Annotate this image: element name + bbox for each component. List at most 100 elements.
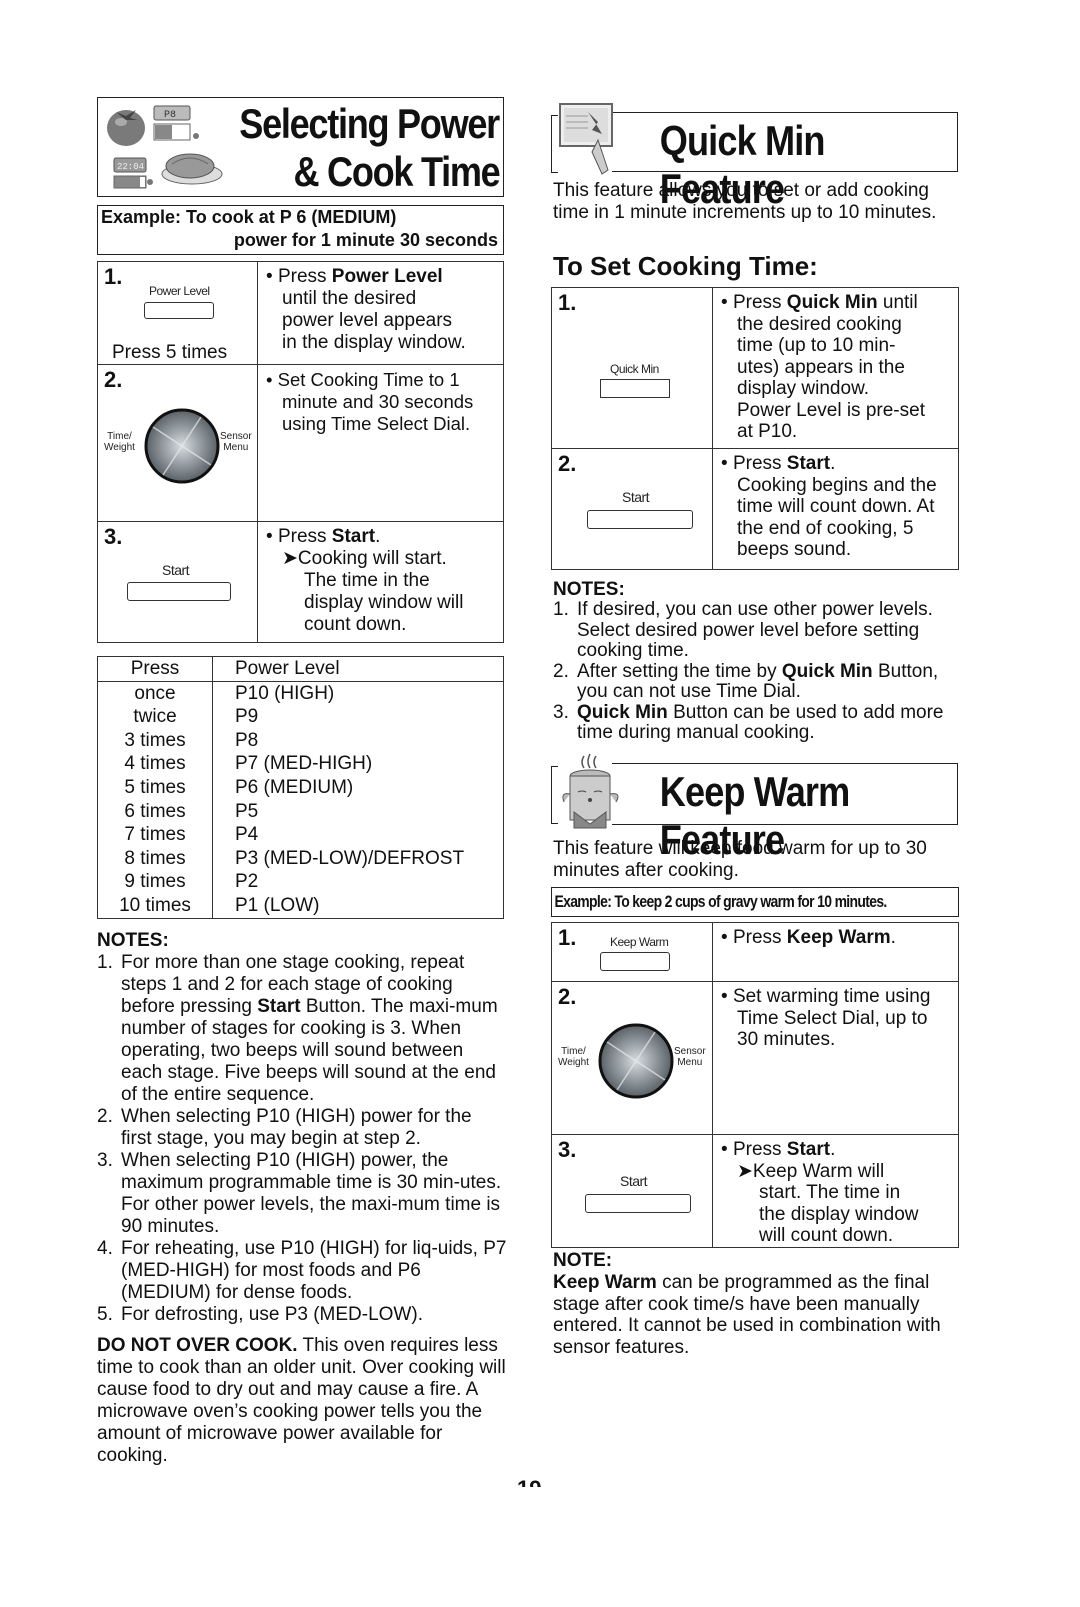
press-count-cell: 6 times <box>97 799 213 824</box>
title-illustration: P8 22:04 <box>107 105 223 189</box>
dial-left-label: Time/Weight <box>558 1046 589 1068</box>
step-3-instructions: • Press Start. ➤Cooking will start. The … <box>257 521 504 643</box>
note-item: 1. For more than one stage cooking, repea… <box>97 952 507 1106</box>
table-row: 5 times P6 (MEDIUM) <box>97 775 504 800</box>
note-text: When selecting P10 (HIGH) power for the … <box>121 1106 472 1149</box>
step-number: 2. <box>558 451 577 476</box>
power-level-table: Press Power Level once P10 (HIGH) twice P9 3… <box>97 656 504 919</box>
column-header-power-level: Power Level <box>212 656 504 682</box>
power-level-button[interactable] <box>144 302 214 319</box>
instr-line: power level appears <box>282 310 453 331</box>
instr-line: 30 minutes. <box>737 1029 836 1050</box>
note-number: 3. <box>97 1150 113 1171</box>
time-select-dial[interactable] <box>597 1022 675 1100</box>
left-notes: NOTES: 1. For more than one stage cooking… <box>97 930 507 1467</box>
quick-min-notes: NOTES: 1. If desired, you can use other p… <box>553 579 963 744</box>
step-row: 1. Quick Min • Press Quick Min until the… <box>551 287 959 449</box>
example-box: Example: To cook at P 6 (MEDIUM) power f… <box>97 205 504 255</box>
power-steps-table: 1. Power Level Press 5 times • Press Pow… <box>97 261 504 643</box>
note-text: For more than one stage cooking, repeat … <box>121 952 498 1105</box>
instr-bold: Keep Warm <box>786 927 891 948</box>
instr-line: time (up to 10 min- <box>737 335 896 356</box>
instr-text: Press <box>732 1139 787 1160</box>
step-row: 3. Start • Press Start. ➤Keep Warm will … <box>551 1134 959 1248</box>
note-text: After setting the time by Quick Min Butt… <box>577 660 939 702</box>
power-level-cell: P8 <box>212 728 504 753</box>
power-display-icon: P8 <box>153 105 199 141</box>
start-button[interactable] <box>127 582 231 601</box>
instr-line: display window. <box>737 378 870 399</box>
button-label: Quick Min <box>610 362 659 376</box>
step-number: 3. <box>558 1137 577 1162</box>
start-button[interactable] <box>585 1194 691 1213</box>
power-level-cell: P3 (MED-LOW)/DEFROST <box>212 846 504 871</box>
quick-min-intro: This feature allows you to set or add co… <box>553 180 937 223</box>
instr-bold: Power Level <box>331 266 443 287</box>
power-level-cell: P9 <box>212 705 504 729</box>
press-count-cell: 8 times <box>97 846 213 871</box>
step-row: 3. Start • Press Start. ➤Cooking will st… <box>97 521 504 643</box>
kw-step-2-instructions: • Set warming time using Time Select Dia… <box>712 981 959 1135</box>
svg-text:22:04: 22:04 <box>117 162 144 172</box>
dial-left-label: Time/Weight <box>104 431 135 453</box>
note-heading: NOTE: <box>553 1250 613 1271</box>
quick-min-steps-table: 1. Quick Min • Press Quick Min until the… <box>551 287 959 570</box>
time-select-dial[interactable] <box>143 407 221 485</box>
dial-right-label: Sensor Menu <box>220 431 252 453</box>
note-number: 1. <box>553 599 569 620</box>
note-text: Quick Min Button can be used to add more… <box>577 701 944 743</box>
press-count-cell: 9 times <box>97 870 213 894</box>
instr-bold: Quick Min <box>786 292 878 313</box>
keep-warm-button[interactable] <box>600 952 670 971</box>
button-label: Keep Warm <box>610 935 669 949</box>
arrow-icon: ➤ <box>737 1160 753 1182</box>
instr-line: using Time Select Dial. <box>282 413 471 434</box>
press-count-cell: 3 times <box>97 728 213 753</box>
table-row: 3 times P8 <box>97 728 504 753</box>
notes-list: 1. If desired, you can use other power le… <box>553 599 963 744</box>
instr-line: beeps sound. <box>737 539 852 560</box>
instr-line: time will count down. At <box>737 496 935 517</box>
press-count-cell: 10 times <box>97 893 213 919</box>
table-row: twice P9 <box>97 705 504 729</box>
instr-line: The time in the <box>304 570 430 591</box>
keep-warm-intro: This feature will keep food warm for up … <box>553 838 927 881</box>
column-header-press: Press <box>97 656 213 682</box>
dial-right-label: Sensor Menu <box>674 1046 706 1068</box>
instr-line: ➤Keep Warm will <box>737 1160 885 1182</box>
note-item: 3. When selecting P10 (HIGH) power, the m… <box>97 1150 507 1238</box>
table-row: 8 times P3 (MED-LOW)/DEFROST <box>97 846 504 871</box>
power-level-cell: P1 (LOW) <box>212 893 504 919</box>
example-line-1: Example: To cook at P 6 (MEDIUM) <box>101 207 397 227</box>
note-number: 1. <box>97 952 113 973</box>
instr-line: until the desired <box>282 288 417 309</box>
keep-warm-example: Example: To keep 2 cups of gravy warm fo… <box>554 892 887 911</box>
note-item: 5. For defrosting, use P3 (MED-LOW). <box>97 1304 507 1326</box>
start-button[interactable] <box>587 510 693 529</box>
note-text: For reheating, use P10 (HIGH) for liq-ui… <box>121 1238 507 1303</box>
keep-warm-header: Keep Warm Feature <box>612 763 958 863</box>
instr-text: . <box>375 526 381 547</box>
header-bracket <box>551 115 558 173</box>
title-line-2: & Cook Time <box>293 148 500 195</box>
kw-step-1-graphic: 1. Keep Warm <box>551 922 713 982</box>
bullet: • <box>721 1139 728 1160</box>
instr-line: Set Cooking Time to 1 <box>277 369 460 390</box>
step-number: 3. <box>104 524 123 549</box>
press-count-cell: 7 times <box>97 823 213 847</box>
bullet: • <box>721 927 728 948</box>
table-row: 4 times P7 (MED-HIGH) <box>97 752 504 776</box>
note-item: 2. After setting the time by Quick Min Bu… <box>553 660 963 703</box>
keep-warm-steps-table: 1. Keep Warm • Press Keep Warm. 2. Time/… <box>551 922 959 1248</box>
qm-step-2-graphic: 2. Start <box>551 448 713 570</box>
kw-step-2-graphic: 2. Time/Weight Sensor Menu <box>551 981 713 1135</box>
power-level-cell: P5 <box>212 799 504 824</box>
quick-min-button[interactable] <box>600 379 670 398</box>
press-count-caption: Press 5 times <box>112 342 228 363</box>
step-row: 1. Keep Warm • Press Keep Warm. <box>551 922 959 982</box>
instr-line: in the display window. <box>282 332 466 353</box>
step-1-instructions: • Press Power Level until the desired po… <box>257 261 504 365</box>
button-label: Start <box>162 562 190 578</box>
instr-text: Press <box>277 526 332 547</box>
note-item: 2. When selecting P10 (HIGH) power for th… <box>97 1106 507 1150</box>
